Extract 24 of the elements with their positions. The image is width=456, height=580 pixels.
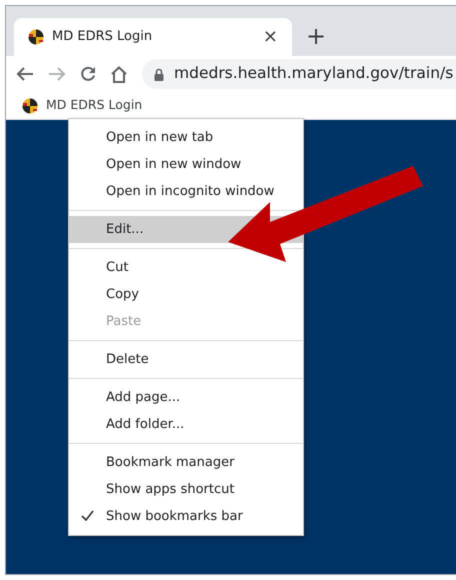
favicon-icon <box>22 98 38 114</box>
lock-icon <box>154 68 164 80</box>
tab-title: MD EDRS Login <box>52 28 154 46</box>
menu-item[interactable]: Show apps shortcut <box>69 476 303 503</box>
menu-item[interactable]: Open in new window <box>69 151 303 178</box>
menu-item[interactable]: Cut <box>69 254 303 281</box>
menu-item[interactable]: Bookmark manager <box>69 449 303 476</box>
menu-item[interactable]: Copy <box>69 281 303 308</box>
close-tab-button[interactable]: × <box>258 28 282 46</box>
favicon-icon <box>28 29 44 45</box>
back-icon[interactable] <box>16 66 34 82</box>
menu-item[interactable]: Delete <box>69 346 303 373</box>
menu-item[interactable]: Add page... <box>69 384 303 411</box>
new-tab-button[interactable]: + <box>302 24 330 56</box>
menu-item[interactable]: Add folder... <box>69 411 303 438</box>
reload-icon[interactable] <box>80 66 96 82</box>
menu-item[interactable]: Open in new tab <box>69 124 303 151</box>
browser-tab[interactable]: MD EDRS Login × <box>14 18 292 56</box>
home-icon[interactable] <box>110 66 128 82</box>
menu-item[interactable]: Show bookmarks bar <box>69 503 303 530</box>
address-bar[interactable]: mdedrs.health.maryland.gov/train/s <box>142 59 456 89</box>
url-text: mdedrs.health.maryland.gov/train/s <box>174 63 454 84</box>
bookmark[interactable]: MD EDRS Login <box>18 96 146 115</box>
menu-item[interactable]: Open in incognito window <box>69 178 303 205</box>
